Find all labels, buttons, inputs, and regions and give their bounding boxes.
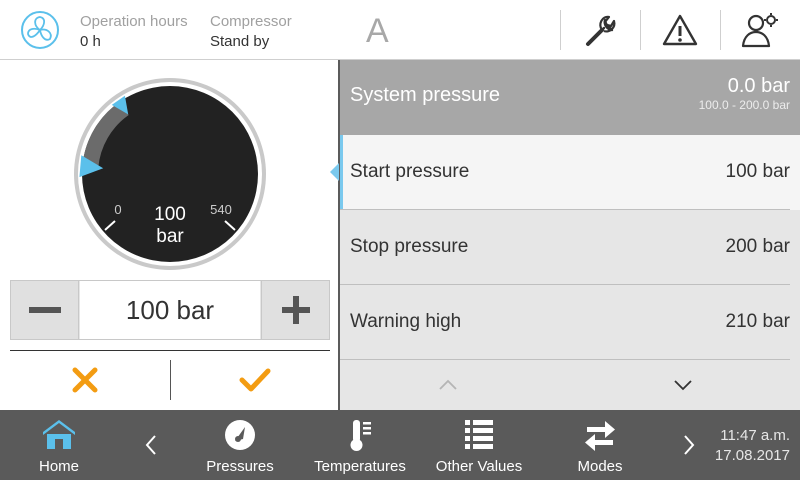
thermometer-icon [350, 420, 371, 451]
row-divider [340, 359, 790, 360]
operation-hours: Operation hours 0 h [80, 12, 188, 52]
increase-button[interactable] [261, 281, 329, 339]
gauge-value-number: 100 [154, 204, 186, 225]
date-display: 17.08.2017 [714, 447, 790, 464]
chevron-left-icon[interactable] [141, 432, 161, 458]
nav-label: Other Values [435, 458, 523, 475]
selection-pointer-icon [330, 163, 339, 181]
compressor-value: Stand by [210, 33, 270, 50]
gauge-max-label: 540 [210, 202, 232, 217]
param-value: 200 bar [725, 236, 790, 257]
time-display: 11:47 a.m. [720, 427, 790, 444]
param-row-start-pressure[interactable]: Start pressure 100 bar [340, 135, 800, 210]
operation-hours-value: 0 h [80, 33, 101, 50]
param-row-warning-high[interactable]: Warning high 210 bar [340, 285, 800, 360]
date-time: 11:47 a.m. 17.08.2017 [715, 426, 790, 466]
param-label: Start pressure [350, 161, 470, 182]
chevron-up-icon [439, 379, 457, 390]
param-row-stop-pressure[interactable]: Stop pressure 200 bar [340, 210, 800, 285]
cancel-button[interactable] [60, 360, 110, 400]
nav-pressures[interactable]: Pressures [190, 410, 290, 480]
system-pressure-value: 0.0 bar [727, 75, 790, 97]
nav-label: Pressures [206, 458, 274, 475]
pressure-gauge[interactable]: 0 540 100 bar [70, 74, 270, 274]
selected-indicator [340, 135, 343, 210]
chevron-down-icon [674, 380, 692, 391]
confirm-button[interactable] [230, 360, 280, 400]
gauge-icon [225, 420, 255, 450]
compressor-label: Compressor [210, 13, 292, 30]
decrease-button[interactable] [11, 281, 79, 339]
header-divider [640, 10, 641, 50]
confirm-check-icon [239, 368, 271, 392]
param-value: 210 bar [725, 311, 790, 332]
pressure-parameters: System pressure 0.0 bar 100.0 - 200.0 ba… [340, 60, 800, 410]
system-pressure-row: System pressure 0.0 bar 100.0 - 200.0 ba… [340, 60, 800, 135]
action-divider [10, 350, 330, 351]
fan-logo-icon [21, 11, 59, 49]
gauge-value-unit: bar [156, 226, 184, 247]
compressor-status: Compressor Stand by [210, 12, 292, 52]
header-bar: Operation hours 0 h Compressor Stand by … [0, 0, 800, 60]
header-divider [720, 10, 721, 50]
header-divider [560, 10, 561, 50]
param-value: 100 bar [725, 161, 790, 182]
plus-icon [282, 296, 310, 324]
user-settings-icon[interactable] [738, 8, 782, 52]
setpoint-value-field[interactable]: 100 bar [80, 281, 260, 339]
gauge-min-label: 0 [114, 202, 121, 217]
nav-home[interactable]: Home [14, 410, 104, 480]
scroll-down-button[interactable] [668, 370, 698, 400]
minus-icon [29, 307, 61, 313]
wrench-icon[interactable] [578, 8, 622, 52]
bottom-nav: Home Pressures Temperatures Other Values [0, 410, 800, 480]
home-icon [43, 420, 75, 449]
action-separator [170, 360, 171, 400]
cancel-x-icon [72, 367, 98, 393]
setpoint-panel: 0 540 100 bar 100 bar [0, 60, 338, 410]
scroll-up-button[interactable] [433, 370, 463, 400]
nav-modes[interactable]: Modes [560, 410, 640, 480]
warning-icon[interactable] [658, 8, 702, 52]
system-pressure-range: 100.0 - 200.0 bar [698, 98, 790, 112]
operation-hours-label: Operation hours [80, 13, 188, 30]
param-label: Stop pressure [350, 236, 469, 257]
nav-temperatures[interactable]: Temperatures [305, 410, 415, 480]
value-stepper: 100 bar [10, 280, 330, 340]
nav-label: Home [38, 458, 79, 475]
system-pressure-label: System pressure [350, 84, 501, 106]
chevron-right-icon[interactable] [679, 432, 699, 458]
nav-other-values[interactable]: Other Values [428, 410, 530, 480]
mode-indicator: A [366, 12, 389, 50]
nav-label: Temperatures [314, 458, 406, 475]
param-label: Warning high [350, 311, 462, 332]
swap-arrows-icon [585, 421, 615, 451]
nav-label: Modes [577, 458, 623, 475]
list-icon [465, 420, 493, 449]
